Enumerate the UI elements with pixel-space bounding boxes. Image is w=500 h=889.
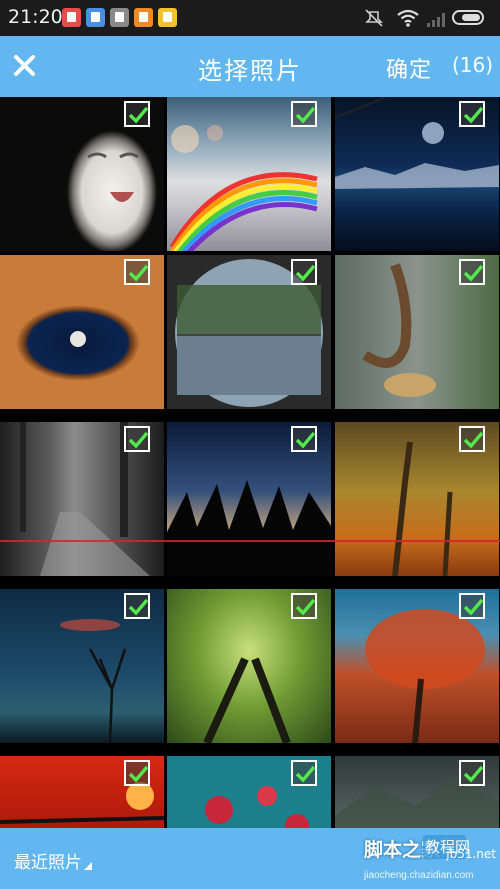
photo-item-owl[interactable] — [0, 97, 164, 251]
photo-item-bare-tree[interactable] — [0, 589, 164, 743]
status-time: 21:20 — [8, 6, 63, 28]
wifi-icon — [397, 9, 419, 27]
photo-item-rock-arch[interactable] — [0, 255, 164, 409]
selected-checkbox[interactable] — [124, 101, 150, 127]
selected-checkbox[interactable] — [291, 259, 317, 285]
confirm-button[interactable]: 确定 — [386, 52, 432, 84]
selected-checkbox[interactable] — [459, 760, 485, 786]
calendar-app-icon — [62, 8, 81, 27]
photo-item-misty-mountains[interactable] — [335, 756, 499, 828]
watermark-url-secondary: jiaocheng.chazidian.com — [364, 870, 474, 881]
selected-checkbox[interactable] — [124, 760, 150, 786]
selected-checkbox[interactable] — [124, 593, 150, 619]
selected-count: (16) — [452, 53, 494, 77]
selected-checkbox[interactable] — [459, 426, 485, 452]
album-selector[interactable]: 最近照片 — [14, 848, 92, 873]
status-bar: 21:20 — [0, 0, 500, 36]
photo-item-green-canopy[interactable] — [167, 589, 331, 743]
album-label: 最近照片 — [14, 853, 82, 873]
battery-icon — [452, 10, 484, 25]
photo-item-misty-forest[interactable] — [0, 422, 164, 576]
photo-item-rainbow[interactable] — [167, 97, 331, 251]
header-bar: 选择照片 确定 (16) — [0, 36, 500, 97]
selected-checkbox[interactable] — [291, 593, 317, 619]
watermark: 脚本之家 教程网 jb51.net jiaocheng.chazidian.co… — [364, 828, 500, 889]
photo-item-moon-lake[interactable] — [335, 97, 499, 251]
orange-app-icon — [134, 8, 153, 27]
selected-checkbox[interactable] — [459, 101, 485, 127]
photo-grid — [0, 97, 500, 828]
grey-app-icon — [110, 8, 129, 27]
messenger-app-icon — [86, 8, 105, 27]
selected-checkbox[interactable] — [291, 760, 317, 786]
photo-item-red-sunset[interactable] — [0, 756, 164, 828]
photo-item-tree-silhouettes[interactable] — [167, 422, 331, 576]
red-guide-line — [0, 540, 500, 542]
photo-item-birds[interactable] — [335, 255, 499, 409]
signal-icon — [427, 13, 445, 27]
dropdown-corner-icon — [84, 862, 92, 870]
selected-checkbox[interactable] — [124, 259, 150, 285]
selected-checkbox[interactable] — [124, 426, 150, 452]
selected-checkbox[interactable] — [459, 593, 485, 619]
gallery-app-icon — [158, 8, 177, 27]
selected-checkbox[interactable] — [291, 101, 317, 127]
selected-checkbox[interactable] — [459, 259, 485, 285]
footer-bar: 最近照片 脚本之家 教程网 jb51.net jiaocheng.chazidi… — [0, 828, 500, 889]
photo-item-red-tree[interactable] — [335, 589, 499, 743]
photo-item-autumn-forest[interactable] — [335, 422, 499, 576]
selected-checkbox[interactable] — [291, 426, 317, 452]
photo-item-red-flowers[interactable] — [167, 756, 331, 828]
photo-item-reflection[interactable] — [167, 255, 331, 409]
mute-icon — [365, 9, 383, 27]
watermark-url: jb51.net — [446, 847, 496, 861]
